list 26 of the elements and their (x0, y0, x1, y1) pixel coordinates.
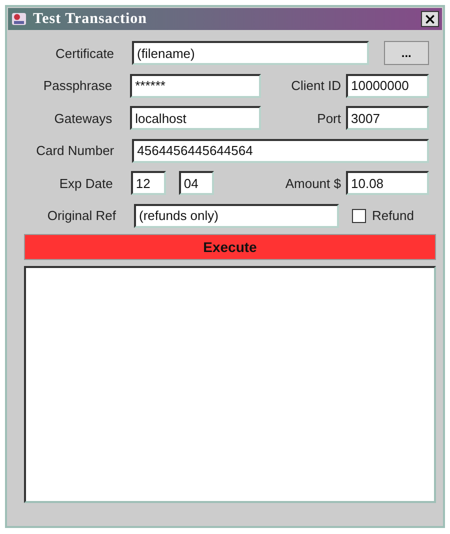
field-label: Gateways (53, 110, 112, 126)
app-icon (11, 11, 27, 27)
field-label: Passphrase (42, 78, 112, 93)
input-field[interactable]: (filename) (132, 41, 369, 65)
input-field[interactable]: (refunds only) (134, 204, 339, 228)
field-label: Original Ref (46, 208, 116, 223)
field-label: Exp Date (58, 176, 113, 190)
field-label: Card Number (35, 143, 114, 158)
window-title: Test Transaction (33, 10, 147, 28)
browse-button[interactable]: ... (384, 41, 429, 65)
field-label: Client ID (290, 78, 341, 93)
field-label: Amount $ (284, 176, 341, 190)
input-field[interactable]: localhost (130, 106, 262, 130)
input-field[interactable]: 04 (178, 171, 214, 195)
execute-button[interactable]: Execute (24, 234, 436, 260)
input-field[interactable]: 12 (130, 171, 166, 195)
password-field[interactable]: ****** (130, 74, 262, 98)
checkbox-label: Refund (372, 208, 414, 223)
input-field[interactable]: 10000000 (346, 74, 429, 98)
checkbox[interactable] (352, 208, 366, 222)
close-button[interactable]: × (421, 11, 439, 27)
input-field[interactable]: 3007 (346, 106, 429, 130)
input-field[interactable]: 10.08 (346, 171, 429, 195)
input-field[interactable]: 4564456445644564 (132, 138, 429, 162)
field-label: Port (316, 110, 341, 126)
field-label: Certificate (54, 46, 114, 60)
